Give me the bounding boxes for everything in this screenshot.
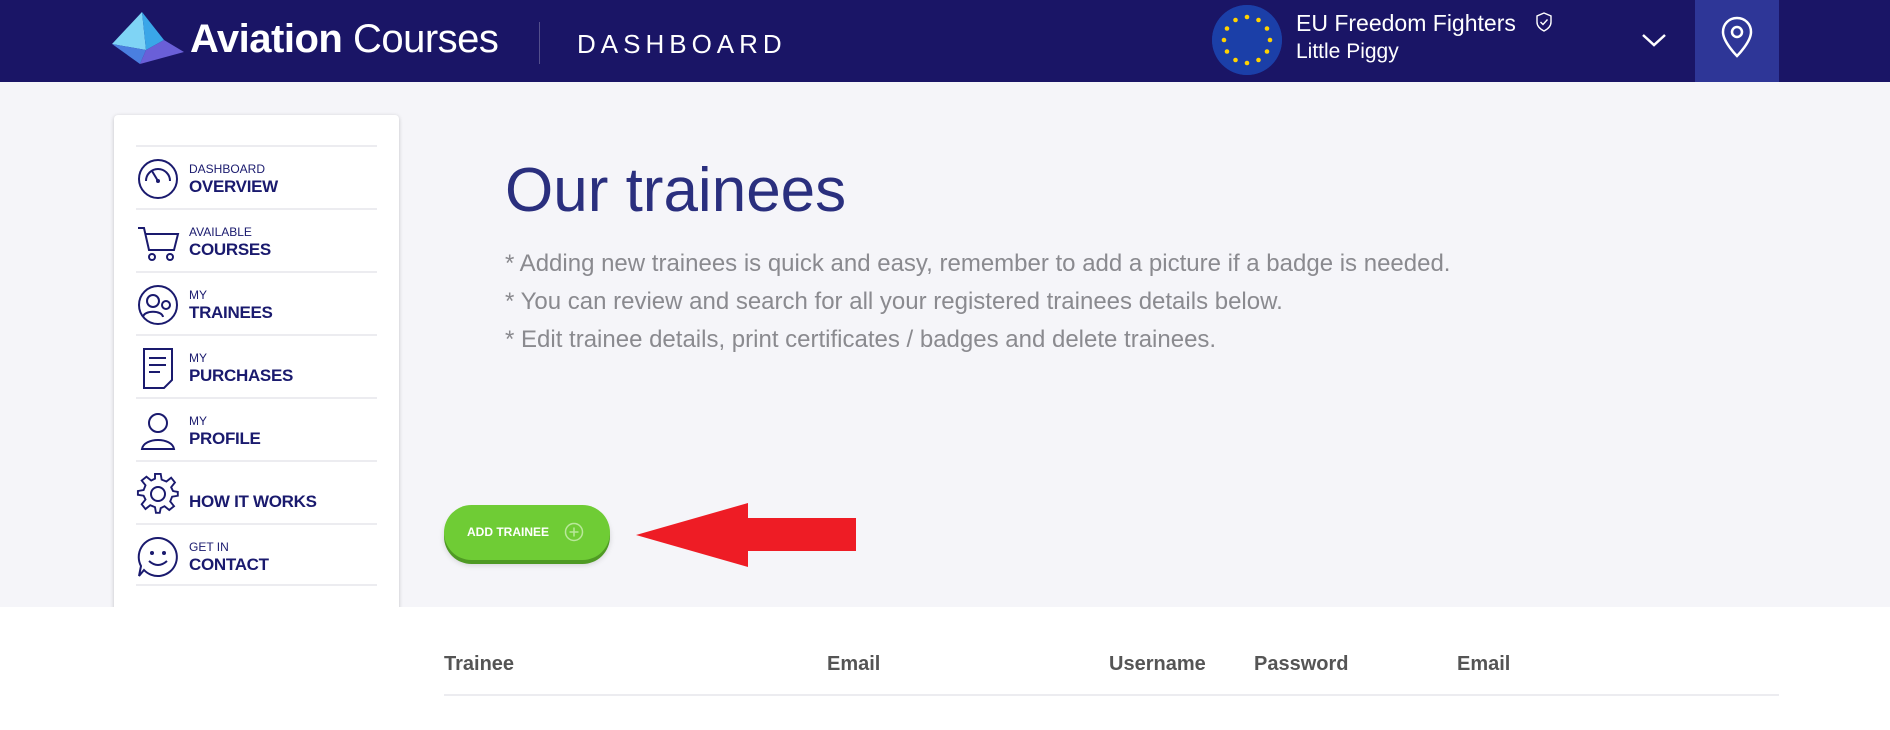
smiley-icon <box>137 536 178 577</box>
info-notes: * Adding new trainees is quick and easy,… <box>505 245 1450 359</box>
column-header-email[interactable]: Email <box>827 653 880 676</box>
trainees-icon <box>138 285 178 325</box>
table-header-divider <box>444 694 1779 696</box>
organization-name: EU Freedom Fighters <box>1296 10 1516 36</box>
header-divider <box>539 22 540 64</box>
user-icon <box>140 413 176 450</box>
chevron-down-icon[interactable] <box>1640 30 1668 50</box>
eu-flag-avatar <box>1212 5 1282 75</box>
section-title: DASHBOARD <box>577 29 787 59</box>
column-header-trainee[interactable]: Trainee <box>444 653 514 676</box>
sidebar-item-label: PROFILE <box>189 429 261 448</box>
plus-circle-icon <box>564 522 584 542</box>
location-pin-icon <box>1721 16 1753 58</box>
column-header-email-2[interactable]: Email <box>1457 653 1510 676</box>
brand-bold: Aviation <box>190 17 343 61</box>
sidebar: DASHBOARD OVERVIEW AVAILABLE COURSES MY … <box>114 115 399 620</box>
sidebar-item-sublabel: GET IN <box>189 540 229 554</box>
trainees-table: Trainee Email Username Password Email <box>0 607 1890 730</box>
gear-icon <box>136 472 179 514</box>
sidebar-item-how-it-works[interactable]: HOW IT WORKS <box>136 460 377 523</box>
sidebar-nav: DASHBOARD OVERVIEW AVAILABLE COURSES MY … <box>136 145 377 586</box>
sidebar-item-label: OVERVIEW <box>189 177 278 196</box>
sidebar-item-contact[interactable]: GET IN CONTACT <box>136 523 377 586</box>
sidebar-item-label: CONTACT <box>189 555 269 574</box>
location-button[interactable] <box>1695 0 1779 82</box>
page-title: Our trainees <box>505 156 847 225</box>
sidebar-item-purchases[interactable]: MY PURCHASES <box>136 334 377 397</box>
add-trainee-label: ADD TRAINEE <box>467 525 550 539</box>
red-arrow-icon <box>636 503 856 567</box>
sidebar-item-label: TRAINEES <box>189 303 273 322</box>
brand-light: Courses <box>352 17 499 61</box>
document-icon <box>143 348 173 389</box>
speedometer-icon <box>138 159 178 199</box>
sidebar-item-profile[interactable]: MY PROFILE <box>136 397 377 460</box>
top-header: Aviation Courses DASHBOARD EU Freedom Fi… <box>0 0 1890 82</box>
brand-name[interactable]: Aviation Courses <box>190 17 499 62</box>
cart-icon <box>138 227 180 261</box>
sidebar-item-sublabel: AVAILABLE <box>189 225 252 239</box>
info-note: * Adding new trainees is quick and easy,… <box>505 250 1451 277</box>
sidebar-item-sublabel: MY <box>189 288 207 302</box>
user-name: Little Piggy <box>1296 40 1399 63</box>
sidebar-item-sublabel: MY <box>189 414 207 428</box>
logo-icon <box>112 12 184 64</box>
sidebar-item-sublabel: MY <box>189 351 207 365</box>
column-header-password[interactable]: Password <box>1254 653 1348 676</box>
verified-shield-icon <box>1536 12 1552 32</box>
column-header-username[interactable]: Username <box>1109 653 1206 676</box>
sidebar-item-label: HOW IT WORKS <box>189 492 317 511</box>
sidebar-item-trainees[interactable]: MY TRAINEES <box>136 271 377 334</box>
info-note: * Edit trainee details, print certificat… <box>505 326 1217 353</box>
sidebar-item-overview[interactable]: DASHBOARD OVERVIEW <box>136 145 377 208</box>
sidebar-item-courses[interactable]: AVAILABLE COURSES <box>136 208 377 271</box>
sidebar-item-label: PURCHASES <box>189 366 294 385</box>
sidebar-item-label: COURSES <box>189 240 271 259</box>
add-trainee-button[interactable]: ADD TRAINEE <box>444 505 610 560</box>
info-note: * You can review and search for all your… <box>505 288 1283 315</box>
sidebar-item-sublabel: DASHBOARD <box>189 162 266 176</box>
